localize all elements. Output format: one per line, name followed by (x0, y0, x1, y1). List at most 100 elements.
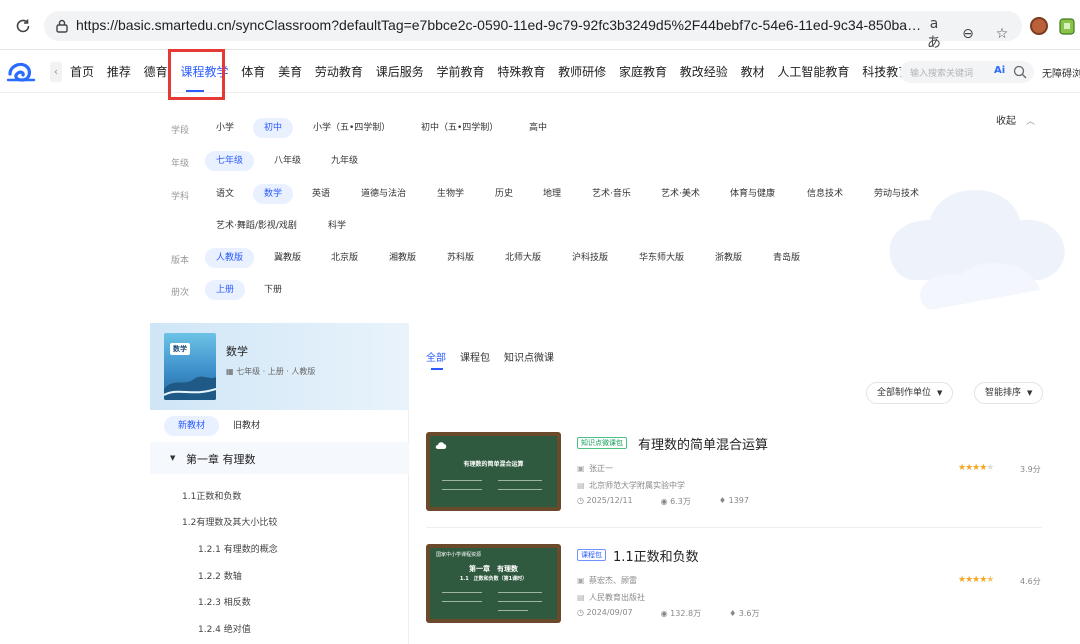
filter-subject-option[interactable]: 艺术·美术 (650, 184, 711, 204)
filter-subject-option[interactable]: 语文 (205, 184, 245, 204)
filter-edition-option[interactable]: 湘教版 (378, 248, 427, 268)
search-icon[interactable] (1012, 64, 1028, 80)
filter-edition-option-selected[interactable]: 人教版 (205, 248, 255, 268)
filter-edition-option[interactable]: 青岛版 (762, 248, 811, 268)
filter-subject-option[interactable]: 道德与法治 (350, 184, 417, 204)
filter-subject-option[interactable]: 历史 (484, 184, 524, 204)
filter-edition-option[interactable]: 华东师大版 (628, 248, 695, 268)
filter-edition-option[interactable]: 浙教版 (704, 248, 753, 268)
url-text[interactable]: https://basic.smartedu.cn/syncClassroom?… (76, 17, 926, 33)
nav-item-family[interactable]: 家庭教育 (619, 63, 667, 80)
reload-icon[interactable] (14, 17, 32, 35)
course-views-text: 132.8万 (670, 609, 702, 618)
filter-subject-option[interactable]: 生物学 (426, 184, 475, 204)
smartedu-logo-icon[interactable] (6, 60, 36, 84)
caret-down-icon[interactable]: ▼ (170, 454, 175, 462)
filter-subject-option[interactable]: 艺术·音乐 (581, 184, 642, 204)
course-thumbnail[interactable]: 有理数的简单混合运算 (426, 432, 561, 511)
nav-item-teacher-training[interactable]: 教师研修 (558, 63, 606, 80)
collapse-button[interactable]: 收起 (996, 112, 1016, 127)
chapter-item[interactable]: ▼ 第一章 有理数 (150, 442, 409, 474)
nav-item-home[interactable]: 首页 (70, 63, 94, 80)
eye-icon: ◉ (660, 497, 671, 506)
nav-item-preschool[interactable]: 学前教育 (437, 63, 485, 80)
sort-dropdown[interactable]: 智能排序 ▼ (974, 382, 1044, 404)
toc-subsection[interactable]: 1.2.3 相反数 (198, 595, 251, 608)
filter-grade-option[interactable]: 九年级 (320, 151, 369, 171)
toc-subsection[interactable]: 1.2.4 绝对值 (198, 622, 251, 635)
thumbnail-title: 第一章 有理数 (469, 565, 518, 573)
address-bar[interactable]: https://basic.smartedu.cn/syncClassroom?… (44, 11, 1022, 51)
tab-course-package[interactable]: 课程包 (460, 349, 490, 364)
filter-edition-option[interactable]: 沪科技版 (561, 248, 619, 268)
tab-active-indicator (431, 368, 443, 370)
nav-item-reform[interactable]: 教改经验 (680, 63, 728, 80)
filter-subject-option[interactable]: 英语 (301, 184, 341, 204)
nav-item-moral[interactable]: 德育 (144, 63, 168, 80)
filter-volume-option[interactable]: 下册 (253, 280, 293, 300)
course-thumbnail[interactable]: 国家中小学课程资源 第一章 有理数 1.1 正数和负数（第1课时） (426, 544, 561, 623)
chevron-up-icon[interactable]: ︿ (1026, 114, 1035, 127)
ai-search-icon[interactable]: Ai (994, 65, 1005, 76)
toc-section[interactable]: 1.2有理数及其大小比较 (182, 515, 277, 528)
chapter-title[interactable]: 第一章 有理数 (186, 451, 256, 467)
search-box[interactable]: 输入搜索关键词 Ai (900, 61, 1034, 83)
bookmark-star-icon[interactable]: ☆ (992, 26, 1012, 42)
course-teacher-name: 蔡宏杰、顾雷 (589, 576, 637, 585)
course-org-name: 人民教育出版社 (589, 593, 645, 602)
filter-grade-option[interactable]: 八年级 (263, 151, 312, 171)
filter-subject-option[interactable]: 体育与健康 (719, 184, 786, 204)
course-title[interactable]: 有理数的简单混合运算 (638, 434, 768, 453)
filter-edition-option[interactable]: 北师大版 (494, 248, 552, 268)
filter-edition-option[interactable]: 北京版 (320, 248, 369, 268)
toc-subsection[interactable]: 1.2.2 数轴 (198, 569, 242, 582)
accessibility-link[interactable]: 无障碍浏 (1042, 65, 1080, 80)
filter-subject-option[interactable]: 科学 (317, 216, 357, 236)
extension-puzzle-icon[interactable] (1058, 16, 1076, 36)
nav-prev-button[interactable]: ‹ (50, 62, 62, 82)
annotation-highlight-box (168, 49, 225, 100)
filter-volume-option-selected[interactable]: 上册 (205, 280, 246, 300)
filter-subject-option[interactable]: 劳动与技术 (863, 184, 930, 204)
filter-stage-option[interactable]: 小学（五•四学制） (302, 118, 401, 138)
rating-stars: ★★★★★ (958, 463, 994, 473)
nav-item-after-school[interactable]: 课后服务 (376, 63, 424, 80)
tab-micro-lesson[interactable]: 知识点微课 (504, 349, 554, 364)
filter-grade-option-selected[interactable]: 七年级 (205, 151, 255, 171)
filter-edition-option[interactable]: 苏科版 (436, 248, 485, 268)
filter-subject-option-selected[interactable]: 数学 (253, 184, 294, 204)
textbook-card[interactable]: 数学 数学 ▦ 七年级 · 上册 · 人教版 (150, 323, 409, 410)
filter-edition-option[interactable]: 冀教版 (263, 248, 312, 268)
filter-stage-option[interactable]: 小学 (205, 118, 245, 138)
extension-icon[interactable] (1030, 17, 1048, 35)
tab-old-textbook[interactable]: 旧教材 (219, 416, 274, 436)
book-cover-title: 数学 (170, 343, 190, 355)
course-title[interactable]: 1.1正数和负数 (613, 546, 699, 565)
nav-item-recommend[interactable]: 推荐 (107, 63, 131, 80)
producer-filter-dropdown[interactable]: 全部制作单位 ▼ (866, 382, 954, 404)
nav-item-sports[interactable]: 体育 (241, 63, 265, 80)
toc-subsection[interactable]: 1.2.1 有理数的概念 (198, 542, 278, 555)
tab-all[interactable]: 全部 (426, 349, 446, 364)
site-info-icon[interactable] (54, 18, 70, 34)
filter-subject-option[interactable]: 地理 (532, 184, 572, 204)
nav-item-textbooks[interactable]: 教材 (741, 63, 765, 80)
filter-subject-option[interactable]: 信息技术 (796, 184, 854, 204)
nav-item-ai-education[interactable]: 人工智能教育 (777, 63, 849, 80)
nav-item-special[interactable]: 特殊教育 (497, 63, 545, 80)
nav-item-labor[interactable]: 劳动教育 (315, 63, 363, 80)
course-card[interactable]: 有理数的简单混合运算 知识点微课包 有理数的简单混合运算 ▣ 张正一 ▤ 北京师范大… (426, 432, 1044, 527)
translate-icon[interactable]: aあ (924, 16, 944, 52)
filter-subject-option[interactable]: 艺术·舞蹈/影视/戏剧 (205, 216, 308, 236)
course-card[interactable]: 国家中小学课程资源 第一章 有理数 1.1 正数和负数（第1课时） 课程包 1.… (426, 544, 1044, 639)
building-icon: ▤ (577, 593, 585, 602)
search-input[interactable]: 输入搜索关键词 (910, 66, 973, 79)
filter-stage-option[interactable]: 初中（五•四学制） (410, 118, 509, 138)
filter-stage-option[interactable]: 高中 (518, 118, 558, 138)
nav-item-arts[interactable]: 美育 (278, 63, 302, 80)
zoom-out-icon[interactable]: ⊖ (958, 26, 978, 42)
filter-stage-option-selected[interactable]: 初中 (253, 118, 294, 138)
nav-next-button[interactable]: › (878, 62, 892, 82)
tab-new-textbook[interactable]: 新教材 (164, 416, 220, 436)
toc-section[interactable]: 1.1正数和负数 (182, 489, 241, 502)
